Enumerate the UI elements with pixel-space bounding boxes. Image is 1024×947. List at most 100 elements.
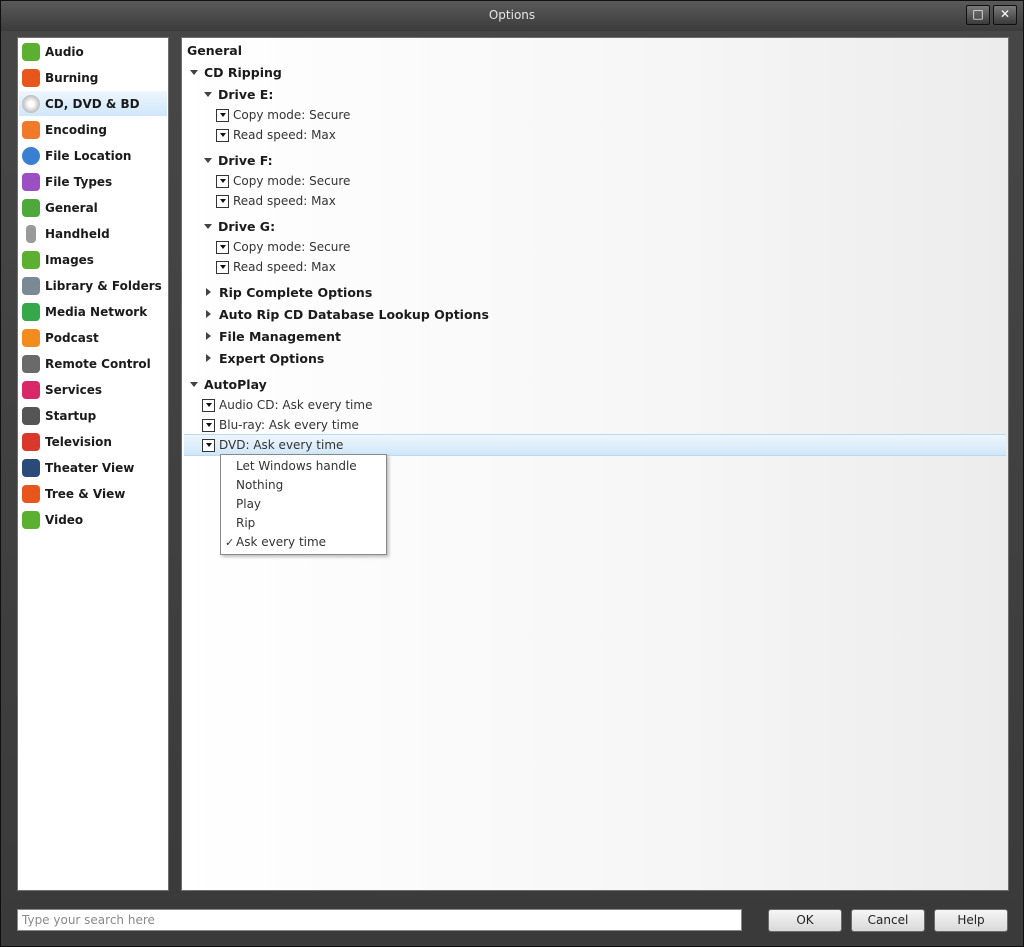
- dropdown-arrow-icon[interactable]: [216, 128, 229, 142]
- option-value: Audio CD: Ask every time: [219, 398, 373, 412]
- option-value: Read speed: Max: [233, 128, 336, 142]
- dropdown-arrow-icon[interactable]: [216, 108, 229, 122]
- dropdown-arrow-icon[interactable]: [216, 240, 229, 254]
- sidebar-item-images[interactable]: Images: [19, 247, 167, 272]
- menu-item-label: Nothing: [236, 478, 284, 492]
- read-speed-dropdown-drive-f[interactable]: Read speed: Max: [216, 191, 336, 211]
- autoplay-audio-cd-dropdown[interactable]: Audio CD: Ask every time: [202, 395, 372, 415]
- option-value: Copy mode: Secure: [233, 108, 351, 122]
- checkmark-icon: ✓: [225, 536, 235, 549]
- tree-node-file-management[interactable]: File Management: [204, 326, 341, 346]
- sidebar-item-file-types[interactable]: File Types: [19, 169, 167, 194]
- sidebar-item-label: Images: [45, 252, 94, 267]
- sidebar-item-library-folders[interactable]: Library & Folders: [19, 273, 167, 298]
- remote-control-icon: [22, 354, 40, 373]
- help-button[interactable]: Help: [934, 909, 1008, 932]
- sidebar-item-burning[interactable]: Burning: [19, 65, 167, 90]
- tree-node-drive-g[interactable]: Drive G:: [204, 216, 275, 236]
- sidebar-item-media-network[interactable]: Media Network: [19, 299, 167, 324]
- menu-item-let-windows-handle[interactable]: Let Windows handle: [221, 457, 386, 476]
- sidebar-item-general[interactable]: General: [19, 195, 167, 220]
- option-value: Copy mode: Secure: [233, 240, 351, 254]
- autoplay-blu-ray-dropdown[interactable]: Blu-ray: Ask every time: [202, 415, 359, 435]
- dvd-autoplay-dropdown-menu: Let Windows handle Nothing Play Rip ✓ As…: [220, 454, 387, 555]
- collapsed-arrow-icon: [206, 310, 211, 318]
- expanded-arrow-icon: [190, 381, 198, 387]
- tree-node-expert-options[interactable]: Expert Options: [204, 348, 324, 368]
- cancel-button[interactable]: Cancel: [851, 909, 925, 932]
- tree-node-drive-e[interactable]: Drive E:: [204, 84, 273, 104]
- tree-node-autoplay[interactable]: AutoPlay: [190, 374, 267, 394]
- sidebar-item-startup[interactable]: Startup: [19, 403, 167, 428]
- menu-item-ask-every-time[interactable]: ✓ Ask every time: [221, 533, 386, 552]
- menu-item-label: Let Windows handle: [236, 459, 357, 473]
- dropdown-arrow-icon[interactable]: [216, 174, 229, 188]
- dropdown-arrow-icon[interactable]: [202, 418, 215, 432]
- collapsed-arrow-icon: [206, 354, 211, 362]
- tree-node-label: AutoPlay: [204, 376, 267, 392]
- search-input[interactable]: [17, 909, 742, 931]
- sidebar-item-theater-view[interactable]: Theater View: [19, 455, 167, 480]
- tree-node-cd-ripping[interactable]: CD Ripping: [190, 62, 282, 82]
- tree-node-label: Drive G:: [218, 218, 276, 234]
- sidebar-item-label: Library & Folders: [45, 278, 162, 293]
- sidebar-item-television[interactable]: Television: [19, 429, 167, 454]
- sidebar-item-label: Startup: [45, 408, 97, 423]
- tree-node-label: Drive E:: [218, 86, 274, 102]
- dropdown-arrow-icon[interactable]: [216, 260, 229, 274]
- tree-view-icon: [22, 484, 40, 503]
- handheld-icon: [26, 224, 36, 243]
- sidebar-item-handheld[interactable]: Handheld: [19, 221, 167, 246]
- sidebar-item-podcast[interactable]: Podcast: [19, 325, 167, 350]
- tree-node-auto-rip-lookup-options[interactable]: Auto Rip CD Database Lookup Options: [204, 304, 489, 324]
- options-category-list: Audio Burning CD, DVD & BD Encoding File…: [17, 37, 169, 891]
- option-value: Copy mode: Secure: [233, 174, 351, 188]
- menu-item-nothing[interactable]: Nothing: [221, 476, 386, 495]
- startup-icon: [22, 406, 40, 425]
- menu-item-play[interactable]: Play: [221, 495, 386, 514]
- title-bar: Options □ ✕: [1, 1, 1023, 31]
- tree-node-rip-complete-options[interactable]: Rip Complete Options: [204, 282, 372, 302]
- autoplay-dvd-dropdown[interactable]: DVD: Ask every time: [202, 435, 343, 455]
- tree-node-drive-f[interactable]: Drive F:: [204, 150, 273, 170]
- file-location-icon: [22, 146, 40, 165]
- option-value: Read speed: Max: [233, 194, 336, 208]
- collapsed-arrow-icon: [206, 332, 211, 340]
- sidebar-item-file-location[interactable]: File Location: [19, 143, 167, 168]
- ok-button[interactable]: OK: [768, 909, 842, 932]
- disc-icon: [22, 94, 40, 113]
- sidebar-item-label: Television: [45, 434, 112, 449]
- window-title: Options: [488, 8, 536, 22]
- theater-view-icon: [22, 458, 40, 477]
- sidebar-item-encoding[interactable]: Encoding: [19, 117, 167, 142]
- burning-icon: [22, 68, 40, 87]
- podcast-icon: [22, 328, 40, 347]
- dropdown-arrow-icon[interactable]: [202, 438, 215, 452]
- tree-node-label: Auto Rip CD Database Lookup Options: [219, 306, 489, 322]
- sidebar-item-label: Audio: [45, 44, 84, 59]
- dropdown-arrow-icon[interactable]: [216, 194, 229, 208]
- sidebar-item-remote-control[interactable]: Remote Control: [19, 351, 167, 376]
- copy-mode-dropdown-drive-f[interactable]: Copy mode: Secure: [216, 171, 350, 191]
- sidebar-item-services[interactable]: Services: [19, 377, 167, 402]
- read-speed-dropdown-drive-g[interactable]: Read speed: Max: [216, 257, 336, 277]
- read-speed-dropdown-drive-e[interactable]: Read speed: Max: [216, 125, 336, 145]
- copy-mode-dropdown-drive-e[interactable]: Copy mode: Secure: [216, 105, 350, 125]
- general-icon: [22, 198, 40, 217]
- sidebar-item-video[interactable]: Video: [19, 507, 167, 532]
- maximize-button[interactable]: □: [966, 5, 990, 25]
- dropdown-arrow-icon[interactable]: [202, 398, 215, 412]
- sidebar-item-tree-view[interactable]: Tree & View: [19, 481, 167, 506]
- tree-node-label: Drive F:: [218, 152, 273, 168]
- option-value: DVD: Ask every time: [219, 438, 344, 452]
- collapsed-arrow-icon: [206, 288, 211, 296]
- menu-item-label: Play: [236, 497, 262, 511]
- close-button[interactable]: ✕: [993, 5, 1017, 25]
- expanded-arrow-icon: [190, 69, 198, 75]
- sidebar-item-label: Video: [45, 512, 84, 527]
- sidebar-item-cd-dvd-bd[interactable]: CD, DVD & BD: [19, 91, 167, 116]
- expanded-arrow-icon: [204, 223, 212, 229]
- sidebar-item-audio[interactable]: Audio: [19, 39, 167, 64]
- copy-mode-dropdown-drive-g[interactable]: Copy mode: Secure: [216, 237, 350, 257]
- menu-item-rip[interactable]: Rip: [221, 514, 386, 533]
